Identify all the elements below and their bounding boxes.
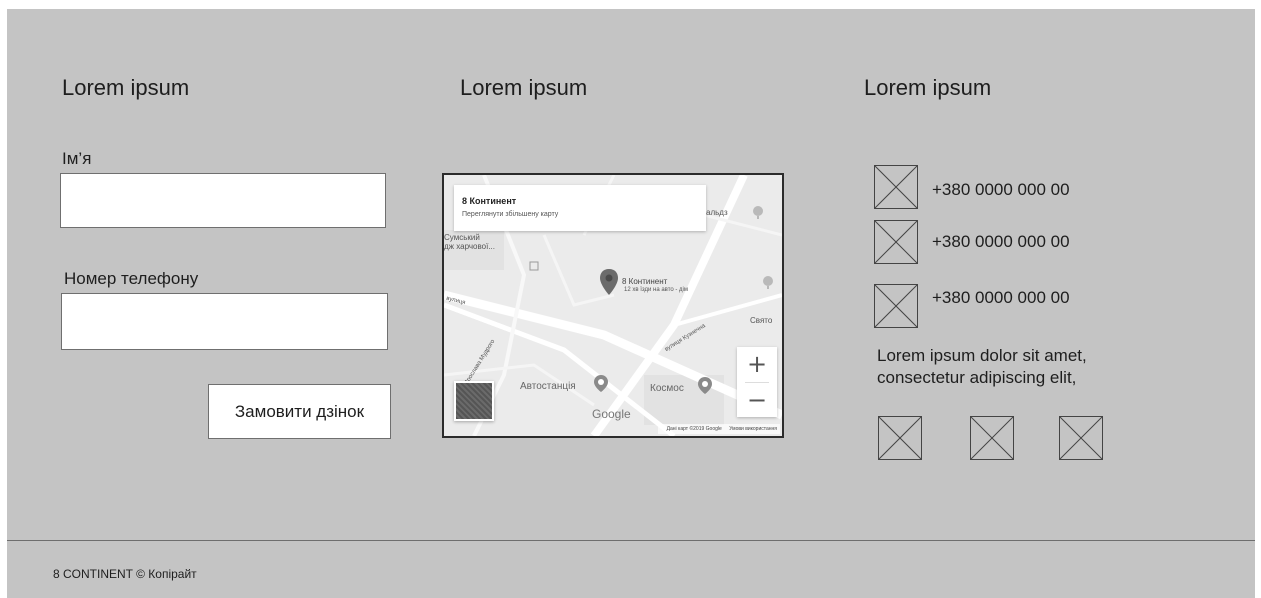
map-pin-label: 8 Континент (622, 277, 668, 286)
contacts-column-title: Lorem ipsum (864, 75, 992, 100)
social-icon-2-placeholder-icon[interactable] (970, 416, 1014, 460)
map-label-svyato: Свято (750, 316, 773, 325)
map-column-title: Lorem ipsum (460, 75, 588, 100)
zoom-in-button[interactable]: + (737, 347, 777, 381)
satellite-toggle[interactable] (454, 381, 494, 421)
phone-number-2[interactable]: +380 0000 000 00 (932, 233, 1070, 250)
phone-3-image-placeholder-icon (874, 284, 918, 328)
map-attribution: Дані карт ©2019 Google Умови використанн… (657, 424, 780, 434)
form-column-title: Lorem ipsum (62, 75, 190, 100)
map-zoom-control: + − (737, 347, 777, 417)
phone-number-1[interactable]: +380 0000 000 00 (932, 181, 1070, 198)
social-icon-1-placeholder-icon[interactable] (878, 416, 922, 460)
map-pin-sublabel: 12 хв їзди на авто - дім (624, 287, 689, 293)
name-label: Ім’я (62, 149, 92, 168)
map-label-kosmos: Космос (650, 383, 684, 394)
poi-icon (753, 206, 763, 219)
map-label-sumskyi: Сумський дж харчової... (444, 233, 495, 251)
phone-input[interactable] (61, 293, 388, 350)
zoom-out-button[interactable]: − (737, 383, 777, 417)
map-label-sumskyi-line2: дж харчової... (444, 242, 495, 251)
google-logo: Google (592, 407, 631, 421)
phone-2-image-placeholder-icon (874, 220, 918, 264)
social-icon-3-placeholder-icon[interactable] (1059, 416, 1103, 460)
view-larger-map-link[interactable]: Переглянути збільшену карту (462, 211, 558, 218)
phone-number-3[interactable]: +380 0000 000 00 (932, 289, 1070, 306)
kosmos-poi-icon (698, 377, 712, 394)
map-label-alda: альдз (706, 208, 728, 217)
map-place-card: 8 Континент Переглянути збільшену карту (454, 185, 706, 231)
phone-1-image-placeholder-icon (874, 165, 918, 209)
map-embed[interactable]: 8 Континент Переглянути збільшену карту … (442, 173, 784, 438)
map-label-bus-station: Автостанція (520, 381, 576, 392)
footer-copyright: 8 CONTINENT © Копірайт (53, 567, 197, 581)
map-data-credit: Дані карт ©2019 Google (666, 426, 722, 432)
footer-divider (7, 540, 1255, 541)
bus-station-poi-icon (594, 375, 608, 392)
map-label-sumskyi-line1: Сумський (444, 233, 480, 242)
phone-label: Номер телефону (64, 269, 199, 288)
map-pin-icon[interactable] (600, 269, 618, 295)
contacts-description: Lorem ipsum dolor sit amet, consectetur … (877, 346, 1087, 387)
name-input[interactable] (60, 173, 386, 228)
order-call-button[interactable]: Замовити дзінок (208, 384, 391, 439)
map-place-title: 8 Континент (462, 196, 517, 206)
poi-icon (763, 276, 773, 289)
map-terms-link[interactable]: Умови використання (729, 426, 777, 432)
